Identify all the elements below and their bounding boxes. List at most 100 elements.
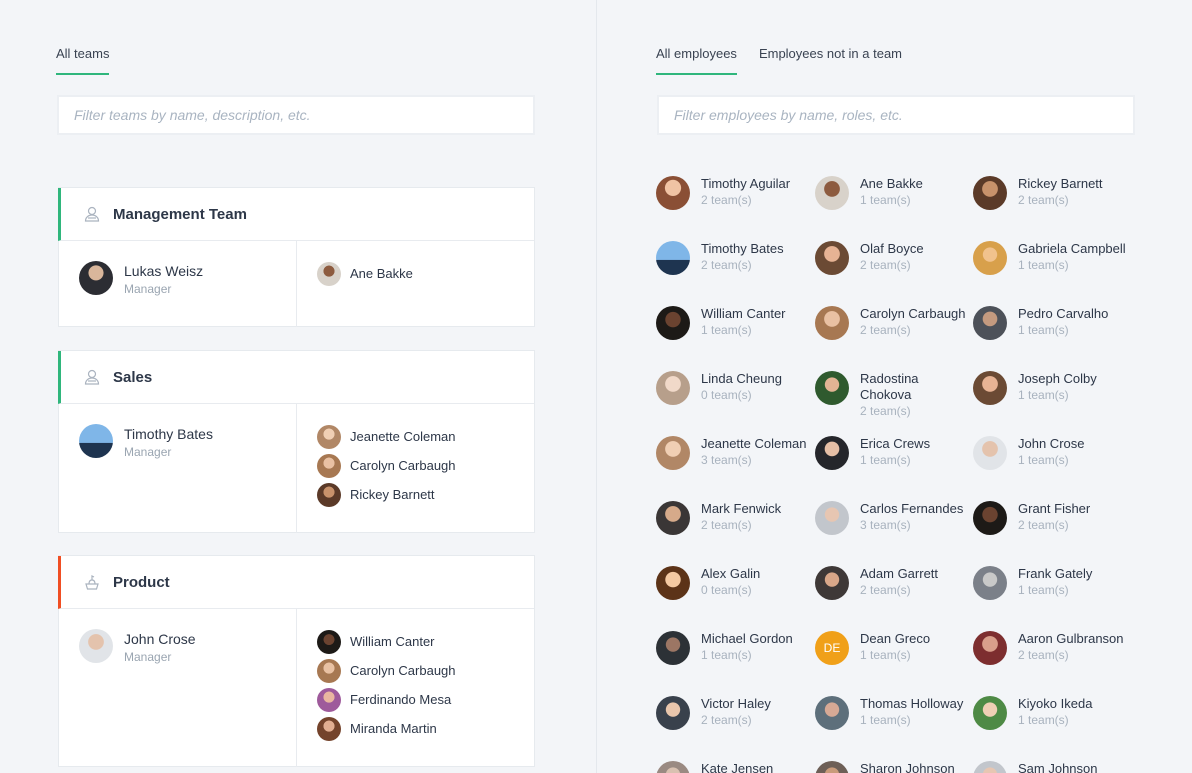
member-item[interactable]: Rickey Barnett <box>317 480 456 509</box>
employee-team-count: 3 team(s) <box>701 453 752 467</box>
tab-employees-not-in-team[interactable]: Employees not in a team <box>759 46 902 75</box>
employee-team-count: 1 team(s) <box>1018 453 1069 467</box>
employee-name: Kate Jensen <box>701 761 774 773</box>
employee-item[interactable]: Alex Galin 0 team(s) <box>656 566 814 600</box>
employee-team-count: 2 team(s) <box>701 518 752 532</box>
employee-item[interactable]: Pedro Carvalho 1 team(s) <box>973 306 1131 340</box>
member-item[interactable]: Carolyn Carbaugh <box>317 656 456 685</box>
employee-item[interactable]: Linda Cheung 0 team(s) <box>656 371 814 405</box>
employee-name: Olaf Boyce <box>860 241 924 256</box>
employees-tabs: All employees Employees not in a team <box>656 46 902 75</box>
users-icon <box>84 206 100 222</box>
employee-item[interactable]: Radostina Chokova 2 team(s) <box>815 371 965 419</box>
employee-item[interactable]: Timothy Bates 2 team(s) <box>656 241 814 275</box>
employee-item[interactable]: Michael Gordon 1 team(s) <box>656 631 814 665</box>
employee-team-count: 3 team(s) <box>860 518 911 532</box>
avatar <box>656 696 690 730</box>
avatar <box>317 482 341 507</box>
employee-item[interactable]: Gabriela Campbell 1 team(s) <box>973 241 1131 275</box>
avatar <box>317 658 341 683</box>
avatar <box>79 629 113 663</box>
employee-item[interactable]: Frank Gately 1 team(s) <box>973 566 1131 600</box>
employee-item[interactable]: Victor Haley 2 team(s) <box>656 696 814 730</box>
avatar <box>973 306 1007 340</box>
member-item[interactable]: William Canter <box>317 627 456 656</box>
member-item[interactable]: Carolyn Carbaugh <box>317 451 456 480</box>
team-name: Sales <box>113 368 153 386</box>
member-item[interactable]: Miranda Martin <box>317 714 456 743</box>
avatar <box>973 566 1007 600</box>
employee-name: Radostina Chokova <box>860 371 919 402</box>
employee-item[interactable]: Kate Jensen <box>656 761 814 773</box>
avatar <box>656 566 690 600</box>
employee-item[interactable]: Grant Fisher 2 team(s) <box>973 501 1131 535</box>
employee-item[interactable]: Carolyn Carbaugh 2 team(s) <box>815 306 973 340</box>
employee-item[interactable]: Aaron Gulbranson 2 team(s) <box>973 631 1131 665</box>
avatar <box>656 241 690 275</box>
team-members: William Canter Carolyn Carbaugh Ferdinan… <box>297 609 456 767</box>
employee-team-count: 1 team(s) <box>701 648 752 662</box>
team-header: Product <box>58 556 534 609</box>
avatar <box>815 696 849 730</box>
employees-search[interactable] <box>657 95 1135 135</box>
employee-team-count: 1 team(s) <box>860 648 911 662</box>
team-manager: Timothy Bates Manager <box>59 404 297 533</box>
employee-item[interactable]: Adam Garrett 2 team(s) <box>815 566 973 600</box>
employee-team-count: 1 team(s) <box>701 323 752 337</box>
employee-item[interactable]: Kiyoko Ikeda 1 team(s) <box>973 696 1131 730</box>
employee-item[interactable]: Thomas Holloway 1 team(s) <box>815 696 973 730</box>
member-item[interactable]: Jeanette Coleman <box>317 422 456 451</box>
teams-tabs: All teams <box>56 46 110 75</box>
avatar <box>317 687 341 712</box>
employee-item[interactable]: Joseph Colby 1 team(s) <box>973 371 1131 405</box>
employees-search-input[interactable] <box>674 97 1118 133</box>
avatar <box>317 424 341 449</box>
avatar <box>815 241 849 275</box>
employee-item[interactable]: Sharon Johnson <box>815 761 973 773</box>
employee-item[interactable]: Timothy Aguilar 2 team(s) <box>656 176 814 210</box>
users-icon <box>84 369 100 385</box>
employee-name: Sharon Johnson <box>860 761 955 773</box>
team-card-product[interactable]: Product John Crose Manager William Cante… <box>58 555 535 767</box>
team-header: Management Team <box>58 188 534 241</box>
tab-all-teams[interactable]: All teams <box>56 46 110 75</box>
employee-item[interactable]: DE Dean Greco 1 team(s) <box>815 631 973 665</box>
employee-team-count: 2 team(s) <box>860 404 911 418</box>
avatar <box>317 629 341 654</box>
team-card-management[interactable]: Management Team Lukas Weisz Manager Ane … <box>58 187 535 327</box>
employee-name: Dean Greco <box>860 631 931 646</box>
avatar <box>815 176 849 210</box>
employee-item[interactable]: Olaf Boyce 2 team(s) <box>815 241 973 275</box>
manager-name: Lukas Weisz <box>124 263 204 279</box>
employee-item[interactable]: Jeanette Coleman 3 team(s) <box>656 436 814 470</box>
avatar <box>317 453 341 478</box>
employee-name: Mark Fenwick <box>701 501 782 516</box>
employee-name: Carolyn Carbaugh <box>860 306 966 321</box>
employee-team-count: 2 team(s) <box>1018 518 1069 532</box>
teams-search[interactable] <box>57 95 535 135</box>
employee-item[interactable]: John Crose 1 team(s) <box>973 436 1131 470</box>
employee-item[interactable]: Ane Bakke 1 team(s) <box>815 176 973 210</box>
employee-name: William Canter <box>701 306 786 321</box>
avatar <box>815 436 849 470</box>
avatar <box>973 631 1007 665</box>
member-item[interactable]: Ferdinando Mesa <box>317 685 456 714</box>
employee-item[interactable]: Erica Crews 1 team(s) <box>815 436 973 470</box>
employee-name: John Crose <box>1018 436 1085 451</box>
team-card-sales[interactable]: Sales Timothy Bates Manager Jeanette Col… <box>58 350 535 533</box>
employee-name: Gabriela Campbell <box>1018 241 1126 256</box>
employee-item[interactable]: Sam Johnson <box>973 761 1131 773</box>
tab-all-employees[interactable]: All employees <box>656 46 737 75</box>
column-divider <box>596 0 597 773</box>
employee-item[interactable]: Rickey Barnett 2 team(s) <box>973 176 1131 210</box>
employee-team-count: 2 team(s) <box>1018 193 1069 207</box>
avatar <box>815 306 849 340</box>
employee-team-count: 1 team(s) <box>860 453 911 467</box>
employee-item[interactable]: William Canter 1 team(s) <box>656 306 814 340</box>
teams-search-input[interactable] <box>74 97 518 133</box>
employee-item[interactable]: Carlos Fernandes 3 team(s) <box>815 501 973 535</box>
manager-role: Manager <box>124 282 172 296</box>
employee-name: Thomas Holloway <box>860 696 964 711</box>
employee-item[interactable]: Mark Fenwick 2 team(s) <box>656 501 814 535</box>
member-item[interactable]: Ane Bakke <box>317 259 413 288</box>
